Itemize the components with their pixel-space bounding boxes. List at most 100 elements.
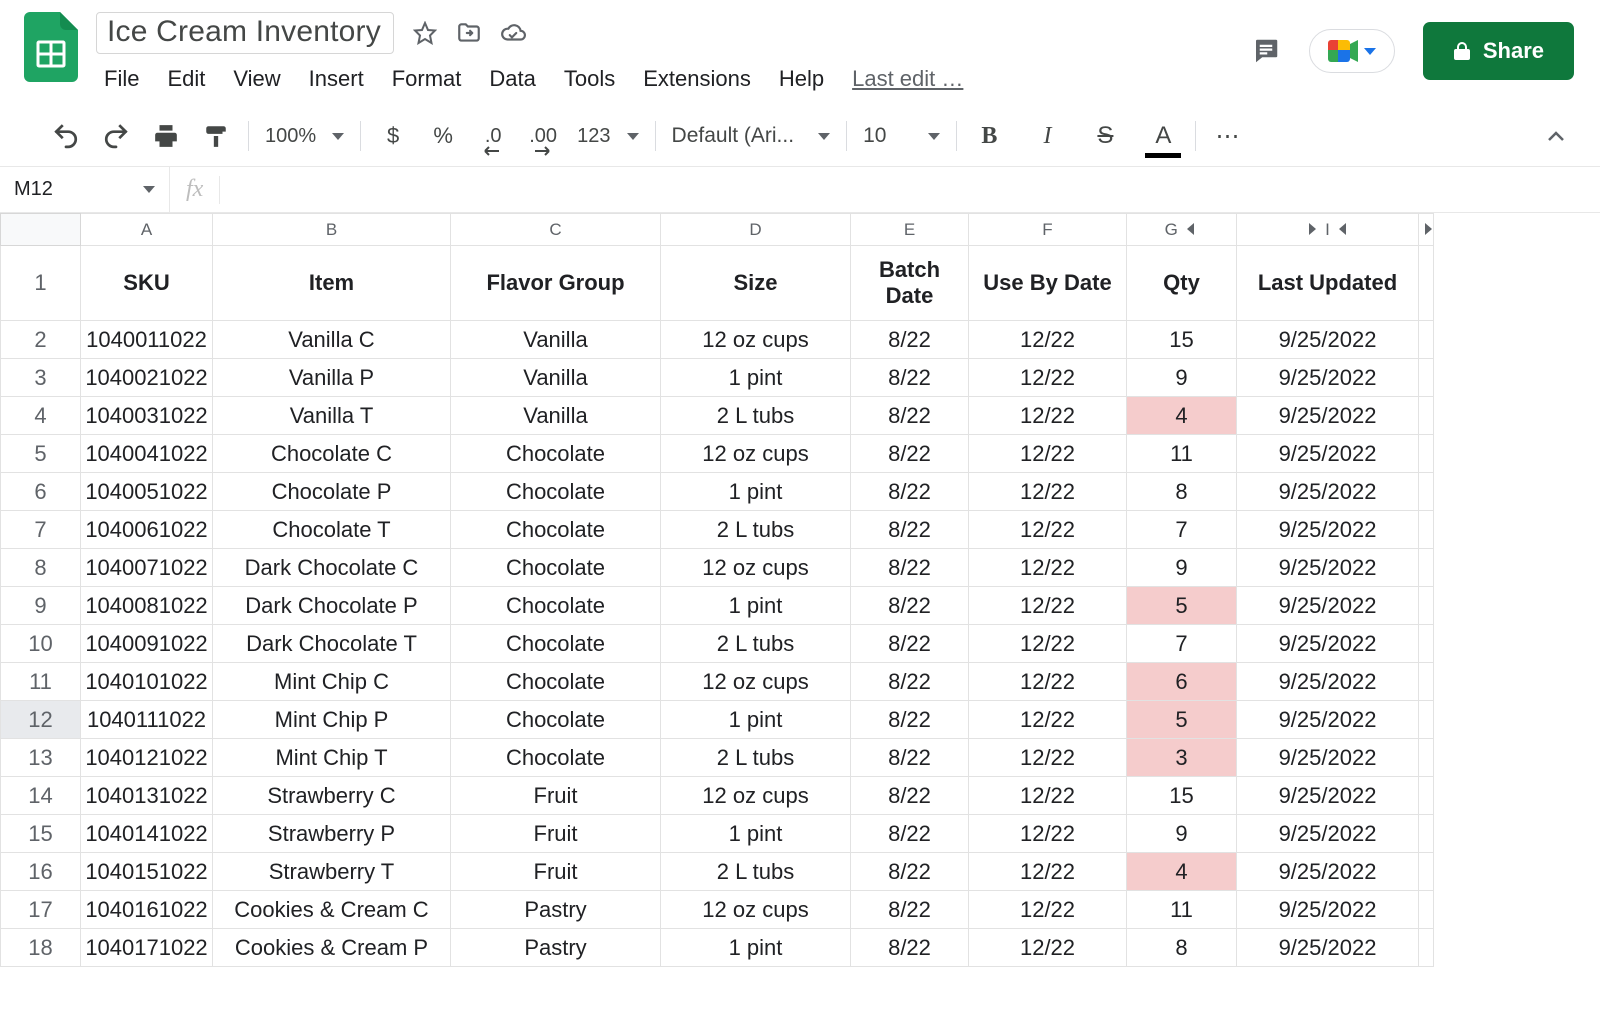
cell[interactable]: Strawberry C: [213, 777, 451, 815]
cell[interactable]: 1040141022: [81, 815, 213, 853]
decrease-decimal-button[interactable]: .0: [477, 120, 509, 152]
cell[interactable]: Strawberry P: [213, 815, 451, 853]
column-header[interactable]: A: [81, 214, 213, 246]
cell[interactable]: 8/22: [851, 815, 969, 853]
row-header[interactable]: 4: [1, 397, 81, 435]
cell[interactable]: 6: [1127, 663, 1237, 701]
cell[interactable]: 1040011022: [81, 321, 213, 359]
cell[interactable]: Vanilla: [451, 397, 661, 435]
row-header[interactable]: 9: [1, 587, 81, 625]
cell[interactable]: 7: [1127, 511, 1237, 549]
cell[interactable]: 1040101022: [81, 663, 213, 701]
cell[interactable]: 1 pint: [661, 815, 851, 853]
cell[interactable]: 2 L tubs: [661, 397, 851, 435]
formula-input[interactable]: [220, 167, 1600, 212]
cell[interactable]: 9/25/2022: [1237, 891, 1419, 929]
cell[interactable]: 8/22: [851, 587, 969, 625]
cell[interactable]: 12/22: [969, 663, 1127, 701]
cell[interactable]: 9/25/2022: [1237, 739, 1419, 777]
cell[interactable]: 1040121022: [81, 739, 213, 777]
cell[interactable]: 12/22: [969, 891, 1127, 929]
cell[interactable]: 8: [1127, 473, 1237, 511]
cell[interactable]: Vanilla: [451, 359, 661, 397]
column-header[interactable]: I: [1237, 214, 1419, 246]
last-edit-link[interactable]: Last edit …: [852, 66, 963, 92]
cell[interactable]: Mint Chip T: [213, 739, 451, 777]
cell[interactable]: 9/25/2022: [1237, 663, 1419, 701]
cell[interactable]: 1040031022: [81, 397, 213, 435]
column-header[interactable]: C: [451, 214, 661, 246]
cell[interactable]: Cookies & Cream C: [213, 891, 451, 929]
cell[interactable]: Fruit: [451, 853, 661, 891]
move-folder-icon[interactable]: [456, 20, 482, 46]
cell[interactable]: 8/22: [851, 701, 969, 739]
cell[interactable]: Chocolate: [451, 549, 661, 587]
row-header[interactable]: 18: [1, 929, 81, 967]
cell[interactable]: 1040021022: [81, 359, 213, 397]
row-header[interactable]: 7: [1, 511, 81, 549]
cell[interactable]: 12 oz cups: [661, 435, 851, 473]
cell[interactable]: 9/25/2022: [1237, 321, 1419, 359]
cell[interactable]: 9/25/2022: [1237, 549, 1419, 587]
cell[interactable]: 8/22: [851, 929, 969, 967]
cell[interactable]: 8/22: [851, 473, 969, 511]
cell[interactable]: Chocolate: [451, 701, 661, 739]
select-all-corner[interactable]: [1, 214, 81, 246]
row-header[interactable]: 1: [1, 246, 81, 321]
cell[interactable]: 9/25/2022: [1237, 853, 1419, 891]
strikethrough-button[interactable]: S: [1089, 120, 1121, 152]
row-header[interactable]: 12: [1, 701, 81, 739]
cell[interactable]: 2 L tubs: [661, 739, 851, 777]
cell[interactable]: 15: [1127, 321, 1237, 359]
row-header[interactable]: 3: [1, 359, 81, 397]
spreadsheet-grid[interactable]: ABCDEFG I 1SKUItemFlavor GroupSizeBatchD…: [0, 213, 1434, 967]
cell[interactable]: 9/25/2022: [1237, 397, 1419, 435]
table-header-cell[interactable]: Qty: [1127, 246, 1237, 321]
cell[interactable]: Mint Chip P: [213, 701, 451, 739]
cell[interactable]: 8/22: [851, 435, 969, 473]
menu-insert[interactable]: Insert: [309, 66, 364, 92]
table-header-cell[interactable]: Use By Date: [969, 246, 1127, 321]
menu-extensions[interactable]: Extensions: [643, 66, 751, 92]
cell[interactable]: 9: [1127, 549, 1237, 587]
cell[interactable]: Pastry: [451, 891, 661, 929]
format-currency-button[interactable]: $: [377, 120, 409, 152]
cell[interactable]: 8/22: [851, 625, 969, 663]
cell[interactable]: 12/22: [969, 815, 1127, 853]
more-formats-button[interactable]: 123: [577, 125, 638, 148]
cell[interactable]: Fruit: [451, 815, 661, 853]
cell[interactable]: 1 pint: [661, 701, 851, 739]
collapse-toolbar-icon[interactable]: [1540, 120, 1572, 152]
meet-button[interactable]: [1309, 29, 1395, 73]
format-percent-button[interactable]: %: [427, 120, 459, 152]
cell[interactable]: 1040111022: [81, 701, 213, 739]
cell[interactable]: 11: [1127, 891, 1237, 929]
paint-format-icon[interactable]: [200, 120, 232, 152]
cell[interactable]: 12/22: [969, 359, 1127, 397]
zoom-select[interactable]: 100%: [265, 125, 344, 148]
cell[interactable]: 9/25/2022: [1237, 815, 1419, 853]
cell[interactable]: 2 L tubs: [661, 853, 851, 891]
cell[interactable]: 8/22: [851, 397, 969, 435]
cell[interactable]: Cookies & Cream P: [213, 929, 451, 967]
menu-help[interactable]: Help: [779, 66, 824, 92]
menu-view[interactable]: View: [233, 66, 280, 92]
cell[interactable]: Chocolate: [451, 625, 661, 663]
row-header[interactable]: 6: [1, 473, 81, 511]
menu-data[interactable]: Data: [489, 66, 535, 92]
cell[interactable]: 12/22: [969, 777, 1127, 815]
bold-button[interactable]: B: [973, 120, 1005, 152]
menu-format[interactable]: Format: [392, 66, 462, 92]
column-header[interactable]: F: [969, 214, 1127, 246]
cell[interactable]: 8/22: [851, 853, 969, 891]
cell[interactable]: 9: [1127, 815, 1237, 853]
cell[interactable]: 8/22: [851, 739, 969, 777]
cell[interactable]: 12/22: [969, 853, 1127, 891]
cell[interactable]: 8/22: [851, 891, 969, 929]
cell[interactable]: 1040041022: [81, 435, 213, 473]
table-header-cell[interactable]: Item: [213, 246, 451, 321]
cell[interactable]: 8/22: [851, 777, 969, 815]
name-box[interactable]: M12: [0, 167, 170, 212]
cell[interactable]: 1040131022: [81, 777, 213, 815]
cell[interactable]: Chocolate: [451, 511, 661, 549]
